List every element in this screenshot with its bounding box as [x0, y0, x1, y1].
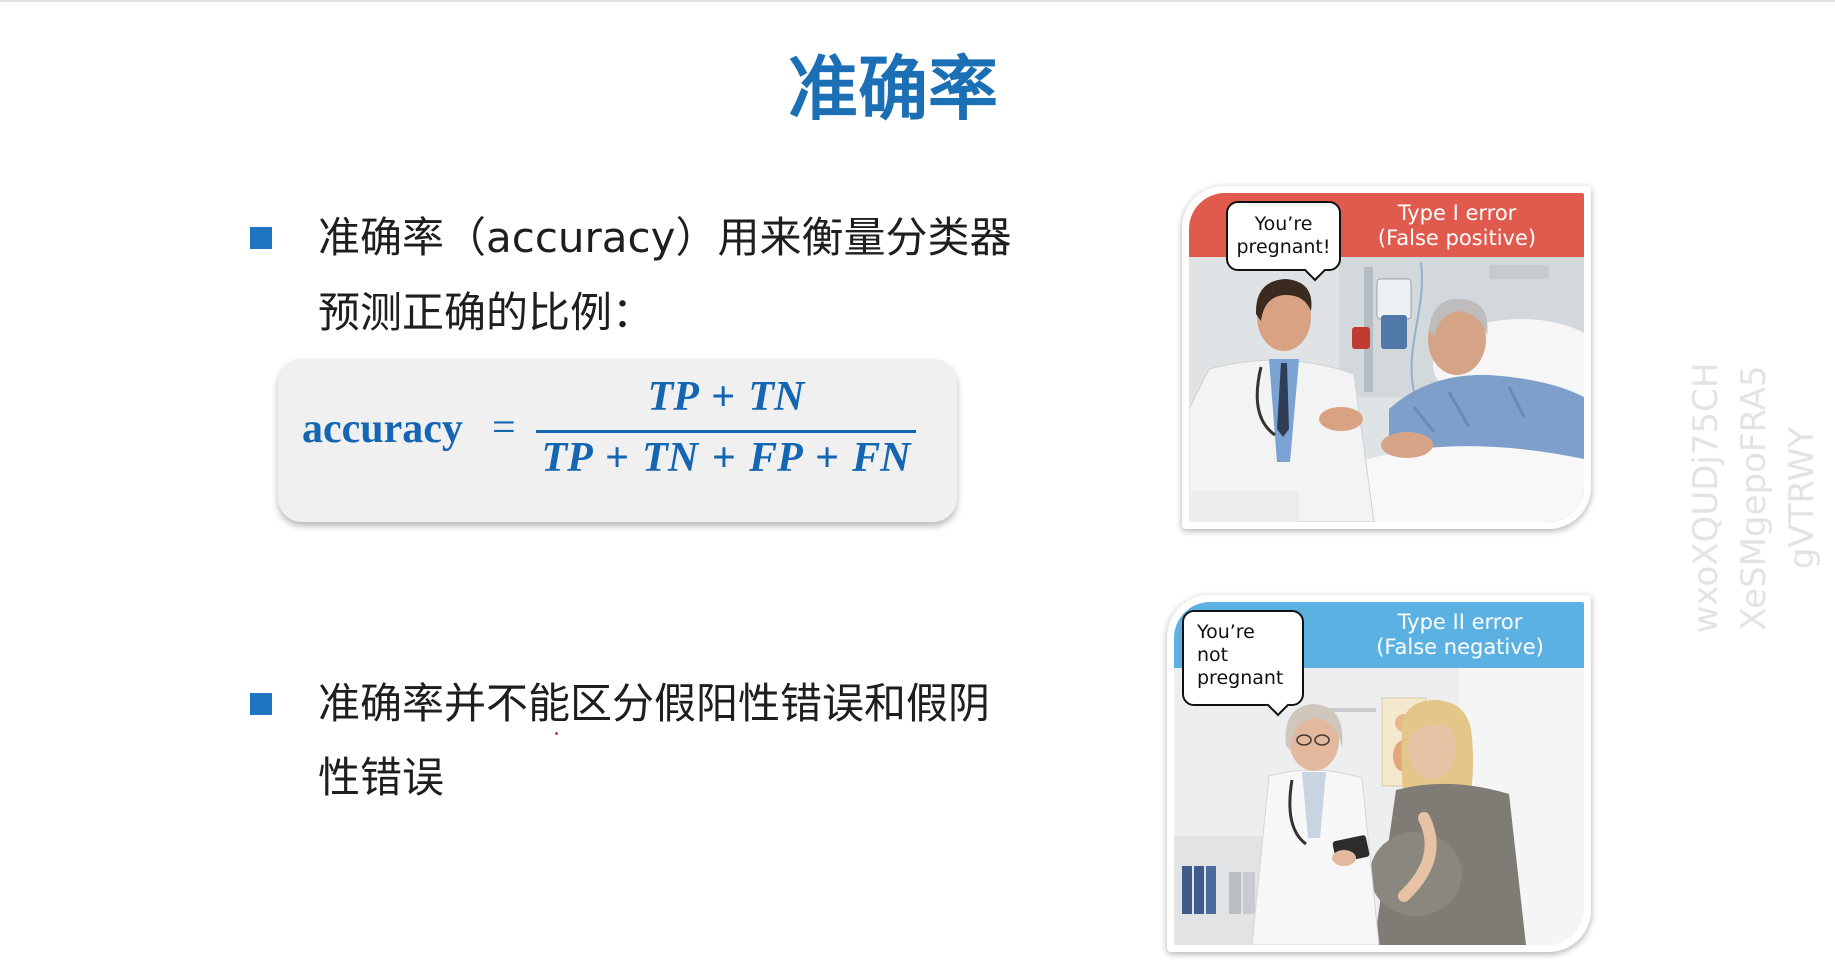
clinic-photo [1174, 668, 1584, 945]
header-line-1: Type II error [1397, 610, 1523, 634]
slide-title: 准确率 [788, 48, 998, 130]
bubble-line: You’re [1254, 213, 1313, 235]
header-line-1: Type I error [1397, 201, 1517, 225]
formula-numerator: TP + TN [647, 374, 805, 420]
bedside-table [1189, 491, 1299, 522]
speech-bubble: You’re not pregnant [1182, 610, 1304, 706]
bullet-2-line-2: 性错误 [318, 753, 445, 802]
bubble-line: pregnant! [1236, 236, 1331, 258]
type-2-error-image: Type II error (False negative) You’re no… [1167, 595, 1591, 952]
watermark-line: wxoXQUDj75CH [1686, 362, 1726, 634]
header-line-2: (False positive) [1377, 226, 1537, 250]
watermark-line: XeSMgepoFRA5 [1734, 365, 1774, 631]
bubble-line: not [1197, 644, 1229, 666]
watermark: wxoXQUDj75CH XeSMgepoFRA5 gVTRWY [1682, 348, 1826, 648]
bubble-line: You’re [1197, 621, 1255, 643]
bullet-square-icon [250, 693, 272, 715]
header-line-2: (False negative) [1376, 635, 1544, 659]
bullet-square-icon [250, 227, 272, 249]
fraction-bar [536, 430, 916, 433]
cursor-dot [555, 732, 558, 735]
bubble-line: pregnant [1197, 667, 1284, 689]
watermark-line: gVTRWY [1782, 426, 1822, 570]
speech-bubble: You’re pregnant! [1226, 201, 1341, 271]
bed-sheet [1339, 446, 1584, 522]
bullet-1-line-1: 准确率（accuracy）用来衡量分类器 [318, 213, 1012, 262]
bullet-1-line-2: 预测正确的比例： [318, 288, 655, 337]
hospital-photo [1189, 257, 1584, 522]
formula-lhs: accuracy [302, 406, 463, 452]
type-1-error-image: Type I error (False positive) You’re pre… [1182, 186, 1591, 529]
bullet-2-line-1: 准确率并不能区分假阳性错误和假阴 [318, 679, 991, 728]
formula-denominator: TP + TN + FP + FN [541, 435, 911, 481]
formula-equals: = [492, 405, 516, 451]
slide: 准确率 准确率（accuracy）用来衡量分类器 预测正确的比例： accura… [0, 0, 1835, 965]
accuracy-formula-box: accuracy = TP + TN TP + TN + FP + FN [278, 359, 957, 522]
patient-hands [1381, 432, 1433, 458]
